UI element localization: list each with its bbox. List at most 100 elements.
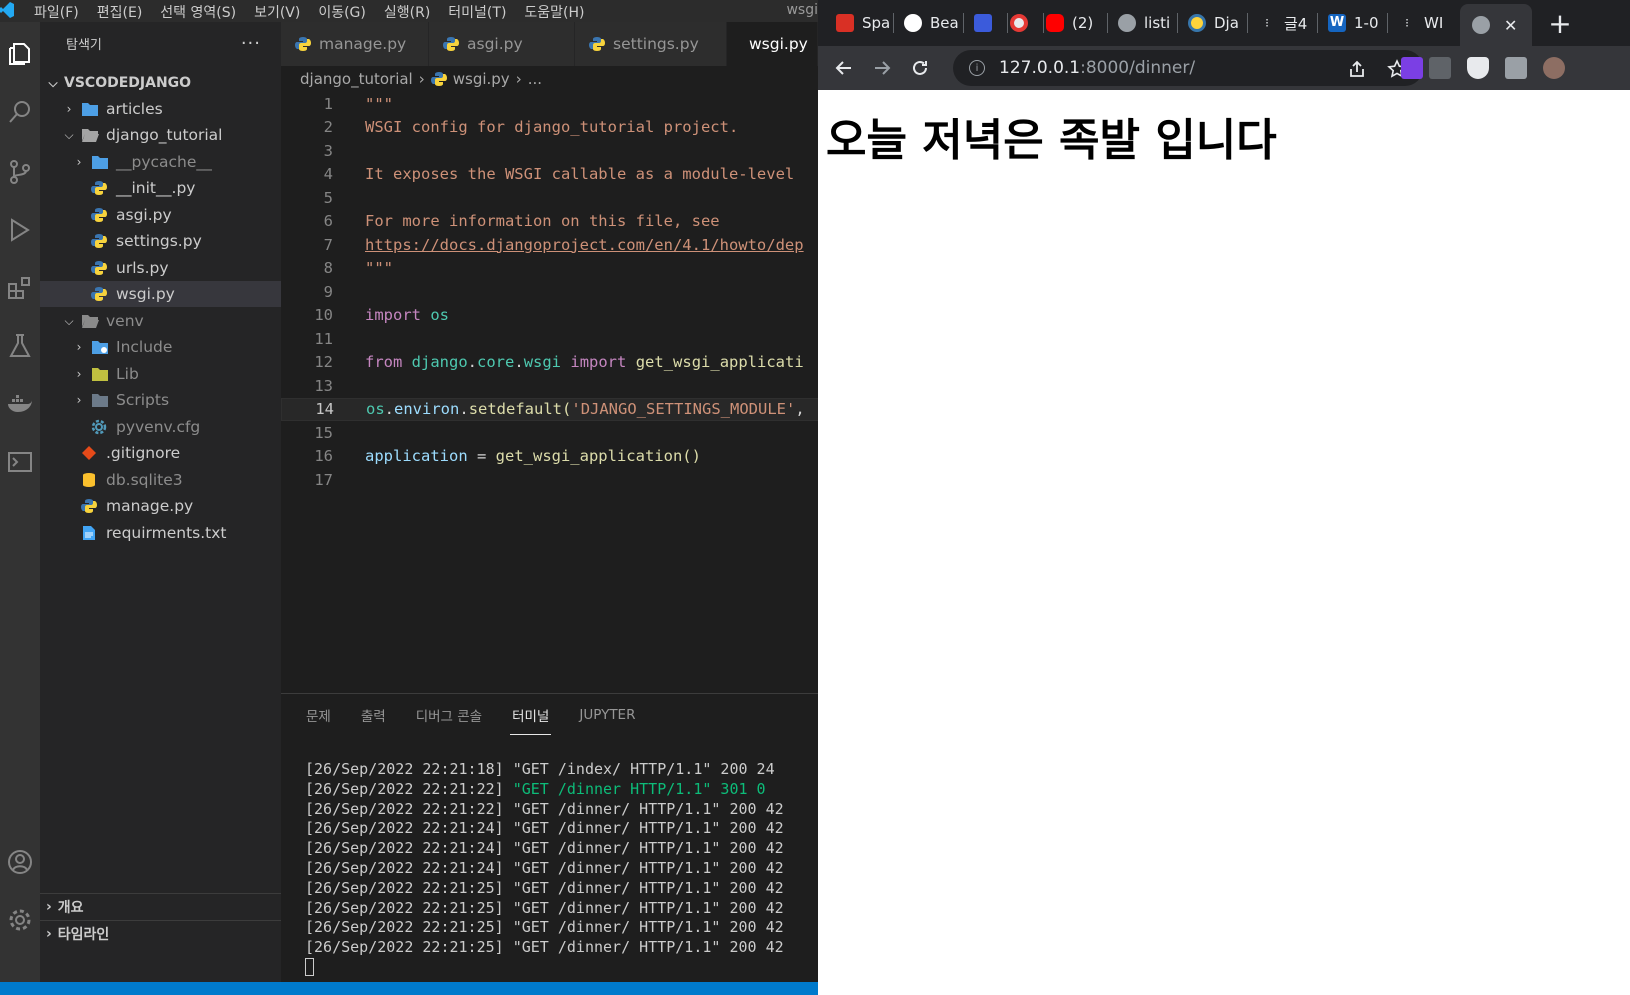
more-actions-button[interactable]: ··· — [241, 33, 261, 54]
tree-file-asgi[interactable]: asgi.py — [40, 202, 281, 228]
code-editor[interactable]: 1 """ 2 WSGI config for django_tutorial pr… — [281, 92, 818, 692]
share-icon[interactable] — [1347, 59, 1367, 79]
shield-extension-icon[interactable] — [1467, 57, 1489, 79]
terminal-line: [26/Sep/2022 22:21:25] "GET /dinner/ HTT… — [305, 938, 784, 957]
testing-flask-icon[interactable] — [0, 322, 40, 370]
menu-terminal[interactable]: 터미널(T) — [448, 2, 506, 22]
browser-tab-title: WI — [1424, 14, 1444, 32]
close-tab-icon[interactable]: ✕ — [1504, 16, 1517, 35]
timeline-label: 타임라인 — [57, 927, 110, 943]
window-title: wsgi — [786, 2, 818, 18]
tree-file-pyvenv[interactable]: pyvenv.cfg — [40, 414, 281, 440]
chevron-right-icon: › — [418, 70, 425, 88]
tab-asgi[interactable]: asgi.py — [429, 22, 575, 66]
code-line: 10 import os — [281, 304, 818, 328]
menu-help[interactable]: 도움말(H) — [524, 2, 584, 22]
terminal-line: [26/Sep/2022 22:21:22] "GET /dinner HTTP… — [305, 780, 784, 800]
line-number: 13 — [314, 376, 333, 395]
python-icon — [81, 498, 99, 514]
browser-tab[interactable]: ⁝ WI — [1398, 0, 1458, 46]
browser-tab[interactable]: listi — [1118, 0, 1178, 46]
twitch-extension-icon[interactable] — [1401, 57, 1423, 79]
folder-open-icon — [81, 127, 99, 143]
forward-button[interactable] — [868, 54, 896, 82]
terminal-prompt[interactable] — [305, 957, 784, 978]
site-info-icon[interactable]: i — [969, 60, 985, 76]
profile-extension-icon[interactable] — [1543, 57, 1565, 79]
run-debug-icon[interactable] — [0, 206, 40, 254]
menu-run[interactable]: 실행(R) — [384, 2, 430, 22]
source-control-icon[interactable] — [0, 148, 40, 196]
menu-selection[interactable]: 선택 영역(S) — [160, 2, 236, 22]
tree-file-wsgi[interactable]: wsgi.py — [40, 281, 281, 307]
extensions-icon[interactable] — [0, 264, 40, 312]
tree-folder-pycache[interactable]: › __pycache__ — [40, 149, 281, 175]
code-string: 'DJANGO_SETTINGS_MODULE' — [571, 400, 796, 419]
web-page: 오늘 저녁은 족발 입니다 — [818, 90, 1630, 995]
chevron-right-icon: › — [46, 899, 52, 915]
browser-tab[interactable]: W 1-0 — [1328, 0, 1388, 46]
code-text: """ — [365, 259, 393, 278]
back-button[interactable] — [830, 54, 858, 82]
tab-output[interactable]: 출력 — [361, 705, 386, 725]
tab-terminal[interactable]: 터미널 — [510, 705, 552, 735]
tab-favicon-icon — [836, 14, 854, 32]
menu-edit[interactable]: 편집(E) — [97, 2, 143, 22]
tree-folder-lib[interactable]: › Lib — [40, 361, 281, 387]
dc-extension-icon[interactable] — [1505, 57, 1527, 79]
terminal-line: [26/Sep/2022 22:21:24] "GET /dinner/ HTT… — [305, 839, 784, 858]
docs-link[interactable]: https://docs.djangoproject.com/en/4.1/ho… — [365, 236, 804, 254]
tree-file-db[interactable]: db.sqlite3 — [40, 467, 281, 493]
browser-tab[interactable]: Bea — [904, 0, 964, 46]
tree-folder-django-tutorial[interactable]: ⌵ django_tutorial — [40, 122, 281, 148]
code-operator: = — [467, 447, 496, 466]
tree-file-requirements[interactable]: requirments.txt — [40, 520, 281, 546]
terminal-view-icon[interactable] — [0, 438, 40, 486]
line-number: 9 — [323, 282, 333, 301]
poe-extension-icon[interactable] — [1429, 57, 1451, 79]
tree-file-gitignore[interactable]: .gitignore — [40, 440, 281, 466]
browser-tab-active[interactable]: ✕ — [1460, 4, 1532, 46]
new-tab-button[interactable]: + — [1540, 0, 1580, 46]
address-bar[interactable]: i 127.0.0.1:8000/dinner/ — [953, 50, 1423, 86]
tab-debug-console[interactable]: 디버그 콘솔 — [416, 705, 482, 725]
tree-file-settings[interactable]: settings.py — [40, 228, 281, 254]
browser-tab[interactable]: Dja — [1188, 0, 1248, 46]
browser-tab[interactable]: ⁝ 글4 — [1258, 0, 1318, 46]
menu-file[interactable]: 파일(F) — [34, 2, 79, 22]
account-icon[interactable] — [0, 838, 40, 886]
tree-file-urls[interactable]: urls.py — [40, 255, 281, 281]
explorer-icon[interactable] — [0, 30, 40, 78]
docker-icon[interactable] — [0, 380, 40, 428]
breadcrumb-more[interactable]: ... — [528, 70, 542, 88]
code-line: 15 — [281, 421, 818, 445]
tab-jupyter[interactable]: JUPYTER — [579, 707, 635, 723]
tab-problems[interactable]: 문제 — [306, 705, 331, 725]
browser-tab[interactable]: Spa — [836, 0, 894, 46]
breadcrumb-folder[interactable]: django_tutorial — [300, 70, 413, 88]
tree-root-folder[interactable]: ⌵ VSCODEDJANGO — [40, 70, 281, 96]
tree-folder-scripts[interactable]: › Scripts — [40, 387, 281, 413]
bottom-panel: 문제 출력 디버그 콘솔 터미널 JUPYTER [26/Sep/2022 22… — [281, 693, 818, 982]
tab-wsgi[interactable]: wsgi.py — [727, 22, 818, 66]
reload-button[interactable] — [906, 54, 934, 82]
tree-folder-venv[interactable]: ⌵ venv — [40, 308, 281, 334]
settings-gear-icon[interactable] — [0, 896, 40, 944]
browser-tab[interactable]: (2) — [1046, 0, 1108, 46]
tree-folder-include[interactable]: › Include — [40, 334, 281, 360]
tree-file-init[interactable]: __init__.py — [40, 175, 281, 201]
browser-tab-title: 1-0 — [1354, 14, 1379, 32]
menu-go[interactable]: 이동(G) — [318, 2, 366, 22]
outline-section[interactable]: › 개요 — [40, 893, 281, 920]
tree-folder-articles[interactable]: › articles — [40, 96, 281, 122]
browser-tab[interactable] — [1010, 0, 1044, 46]
tree-file-manage[interactable]: manage.py — [40, 493, 281, 519]
browser-tab[interactable] — [974, 0, 1008, 46]
menu-view[interactable]: 보기(V) — [254, 2, 300, 22]
breadcrumb-file[interactable]: wsgi.py — [453, 70, 510, 88]
search-icon[interactable] — [0, 88, 40, 136]
tab-settings[interactable]: settings.py — [575, 22, 727, 66]
timeline-section[interactable]: › 타임라인 — [40, 920, 281, 947]
tab-manage[interactable]: manage.py — [281, 22, 429, 66]
terminal-output[interactable]: [26/Sep/2022 22:21:18] "GET /index/ HTTP… — [305, 760, 784, 978]
